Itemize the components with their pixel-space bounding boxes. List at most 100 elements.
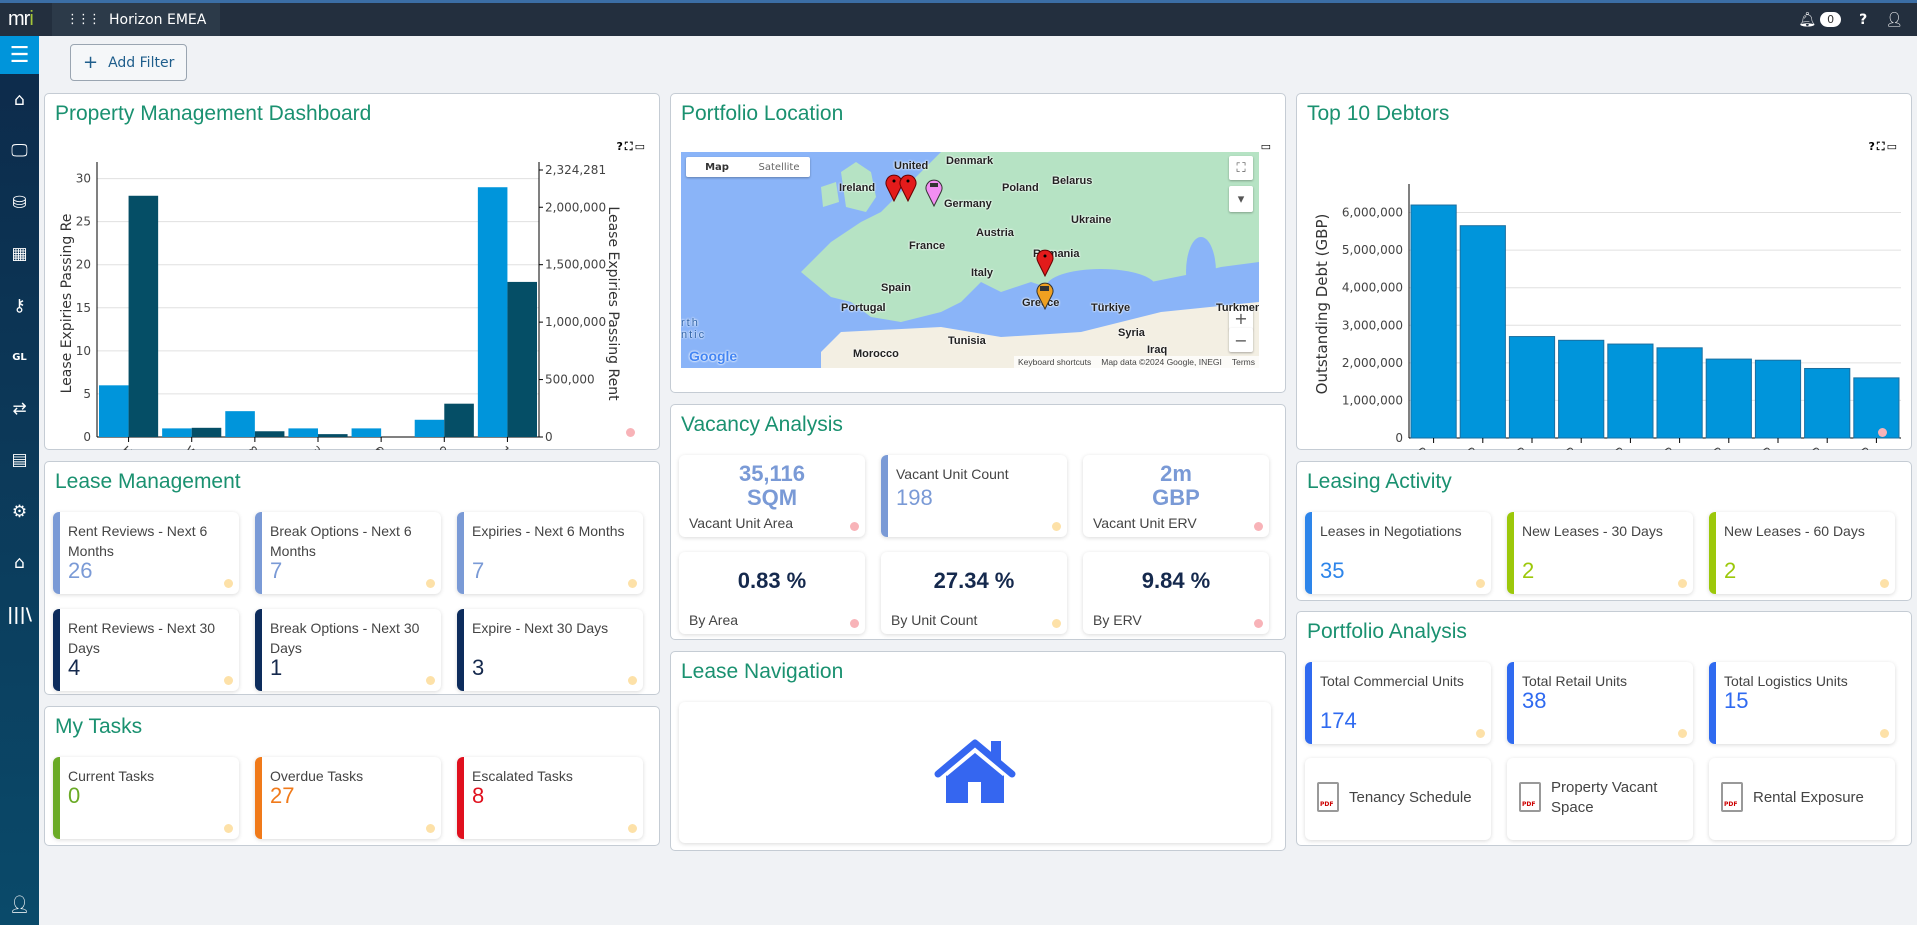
vacant-count-card[interactable]: Vacant Unit Count 198 [881, 455, 1067, 537]
leasing-activity-panel: Leasing Activity Leases in Negotiations … [1296, 461, 1912, 601]
card-label: Vacant Unit Count [896, 466, 1009, 482]
vacant-area-value: 35,116 [738, 461, 806, 486]
portfolio-map[interactable]: Map Satellite ⛶ ▾ + − Denmark United Ire… [681, 152, 1259, 368]
y2-axis-title: Lease Expiries Passing Rent [605, 206, 621, 401]
by-area-card[interactable]: 0.83 % By Area [679, 552, 865, 634]
panel-title: Portfolio Analysis [1307, 620, 1467, 643]
x-tick-label: 00000023 [1512, 444, 1565, 450]
terms-link[interactable]: Terms [1232, 357, 1255, 367]
portfolio-card[interactable]: Total Logistics Units 15 [1709, 662, 1895, 744]
lease-mgmt-card[interactable]: Break Options - Next 30 Days 1 [255, 609, 441, 691]
x-tick-label: 00000059 [1659, 444, 1712, 450]
panel-title: Property Management Dashboard [55, 102, 372, 125]
map-type-map[interactable]: Map [686, 157, 748, 177]
map-dropdown-icon[interactable]: ▾ [1229, 186, 1253, 212]
database-icon[interactable]: ⛁ [0, 177, 39, 229]
zoom-out-button[interactable]: − [1229, 328, 1253, 352]
map-marker-retail[interactable] [924, 177, 944, 207]
map-label: Ukraine [1071, 214, 1112, 226]
mri-logo[interactable]: mri [8, 8, 34, 31]
x-tick-label: Holding Over [118, 443, 183, 450]
report-link[interactable]: Property Vacant Space [1507, 758, 1693, 840]
vacant-erv-card[interactable]: 2m GBP Vacant Unit ERV [1083, 455, 1269, 537]
y-tick-label: 0 [83, 430, 91, 444]
map-type-satellite[interactable]: Satellite [748, 157, 810, 177]
map-label: Austria [976, 227, 1014, 239]
vacant-area-card[interactable]: 35,116 SQM Vacant Unit Area [679, 455, 865, 537]
task-card[interactable]: Escalated Tasks 8 [457, 757, 643, 839]
maximize-icon[interactable]: ▭ [1261, 140, 1273, 153]
lease-mgmt-card[interactable]: Expire - Next 30 Days 3 [457, 609, 643, 691]
x-tick-label: 00000098 [1709, 444, 1762, 450]
notification-count: 0 [1820, 12, 1842, 27]
lease-mgmt-card[interactable]: Rent Reviews - Next 30 Days 4 [53, 609, 239, 691]
lease-mgmt-card[interactable]: Rent Reviews - Next 6 Months 26 [53, 512, 239, 594]
status-dot [626, 428, 635, 437]
card-value: 3 [472, 655, 485, 680]
settings-icon[interactable]: ⚙ [0, 486, 39, 538]
task-card[interactable]: Current Tasks 0 [53, 757, 239, 839]
fullscreen-icon[interactable]: ⛶ [1229, 156, 1253, 180]
map-marker-logistics[interactable] [1035, 280, 1055, 310]
by-erv-card[interactable]: 9.84 % By ERV [1083, 552, 1269, 634]
task-card[interactable]: Overdue Tasks 27 [255, 757, 441, 839]
notifications[interactable]: 🔔︎ 0 [1798, 12, 1842, 28]
help-icon[interactable]: ? [1859, 12, 1867, 28]
card-value: 35 [1320, 558, 1345, 583]
x-tick-label: 91 - 120 Days [434, 443, 503, 450]
map-label: Poland [1002, 182, 1039, 194]
pdf-icon [1721, 782, 1743, 812]
map-type-control: Map Satellite [686, 157, 810, 177]
by-count-card[interactable]: 27.34 % By Unit Count [881, 552, 1067, 634]
key-icon[interactable]: ⚷ [0, 280, 39, 332]
property-percent-icon[interactable]: ⌂ [0, 538, 39, 590]
user-icon[interactable]: 👤︎ [1885, 12, 1903, 28]
lease-navigation-card[interactable] [679, 702, 1271, 843]
status-dot [224, 824, 233, 833]
y2-tick-label: 0 [545, 430, 553, 444]
status-dot [850, 522, 859, 531]
report-icon[interactable]: ▤ [0, 435, 39, 487]
sidebar: ☰ ⌂ 🖵︎ ⛁ ▦ ⚷ GL ⇄ ▤ ⚙ ⌂ |||\ 👤︎ [0, 36, 39, 925]
map-label: Tunisia [948, 335, 986, 347]
status-dot [1878, 428, 1887, 437]
calculator-icon[interactable]: ▦ [0, 229, 39, 281]
panel-title: Lease Management [55, 470, 241, 493]
lease-mgmt-card[interactable]: Break Options - Next 6 Months 7 [255, 512, 441, 594]
map-attribution: Map data ©2024 Google, INEGI [1101, 357, 1222, 367]
card-label: Leases in Negotiations [1320, 523, 1462, 539]
y-tick-label: 10 [76, 344, 91, 358]
app-switcher[interactable]: ⋮⋮⋮ Horizon EMEA [52, 3, 221, 36]
menu-icon[interactable]: ☰ [0, 36, 39, 74]
map-marker-red[interactable] [898, 172, 918, 202]
home-icon[interactable]: ⌂ [0, 74, 39, 126]
report-link[interactable]: Tenancy Schedule [1305, 758, 1491, 840]
leasing-card[interactable]: New Leases - 30 Days 2 [1507, 512, 1693, 594]
leasing-card[interactable]: New Leases - 60 Days 2 [1709, 512, 1895, 594]
library-icon[interactable]: |||\ [0, 589, 39, 641]
by-area-label: By Area [689, 612, 739, 628]
status-dot [1476, 729, 1485, 738]
leasing-card[interactable]: Leases in Negotiations 35 [1305, 512, 1491, 594]
portfolio-card[interactable]: Total Retail Units 38 [1507, 662, 1693, 744]
report-link[interactable]: Rental Exposure [1709, 758, 1895, 840]
monitor-icon[interactable]: 🖵︎ [0, 126, 39, 178]
status-dot [224, 579, 233, 588]
panel-title: Top 10 Debtors [1307, 102, 1450, 125]
user-settings-icon[interactable]: 👤︎ [0, 895, 39, 915]
card-label: Expiries - Next 6 Months [472, 523, 625, 539]
status-dot [628, 824, 637, 833]
keyboard-shortcuts-link[interactable]: Keyboard shortcuts [1018, 357, 1091, 367]
map-marker-red[interactable] [1035, 247, 1055, 277]
panel-title: Lease Navigation [681, 660, 844, 683]
transfer-icon[interactable]: ⇄ [0, 383, 39, 435]
portfolio-card[interactable]: Total Commercial Units 174 [1305, 662, 1491, 744]
lease-mgmt-card[interactable]: Expiries - Next 6 Months 7 [457, 512, 643, 594]
bar-lease-count [162, 428, 192, 437]
bar-passing-rent [254, 431, 285, 437]
add-filter-button[interactable]: + Add Filter [70, 44, 188, 81]
gl-icon[interactable]: GL [0, 332, 39, 384]
card-value: 198 [896, 485, 933, 510]
map-label: Belarus [1052, 175, 1093, 187]
status-dot [426, 579, 435, 588]
